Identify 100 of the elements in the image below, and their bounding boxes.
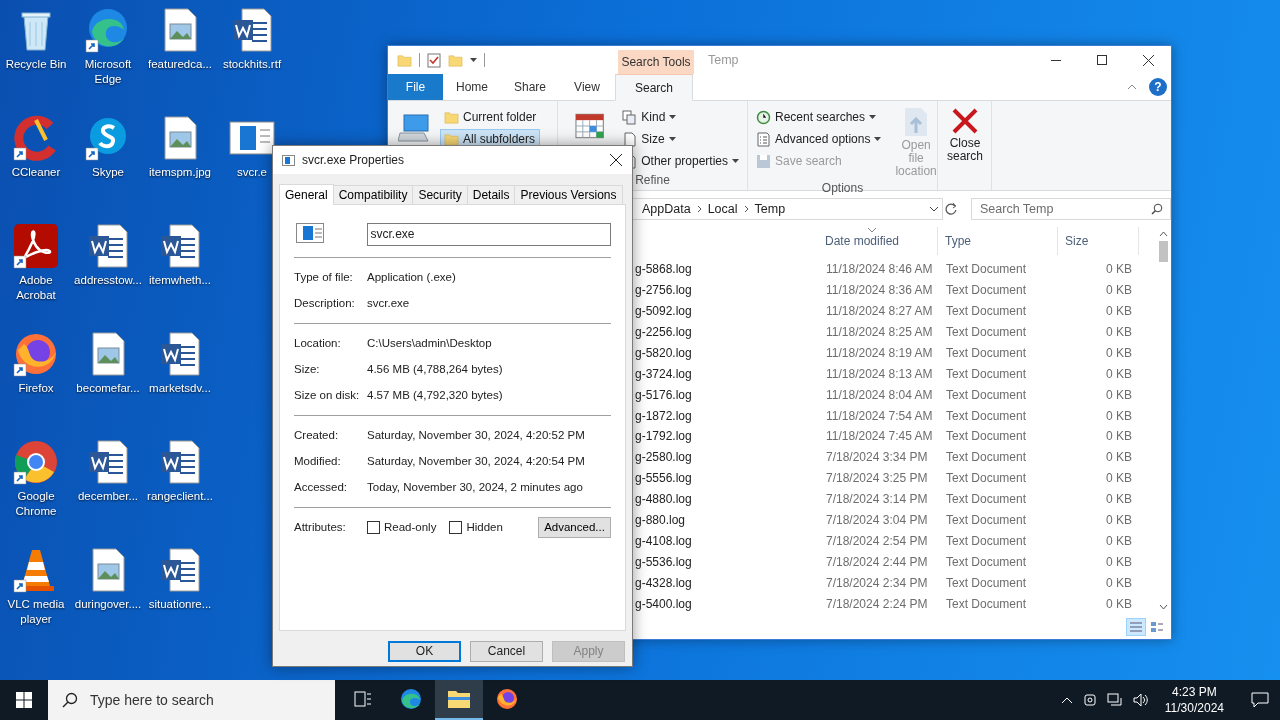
file-name-cell[interactable]: g-2580.log — [635, 450, 818, 465]
property-value: Application (.exe) — [367, 271, 456, 283]
dialog-tab[interactable]: Previous Versions — [514, 185, 623, 204]
options-list-icon — [756, 131, 771, 147]
desktop-icon-label[interactable]: itemwheth... — [144, 273, 216, 288]
refine-option[interactable]: Size — [618, 129, 743, 149]
speaker-icon[interactable] — [1132, 693, 1149, 707]
type-cell-text: Text Document — [945, 262, 1028, 277]
search-option[interactable]: Advanced options — [752, 129, 886, 149]
checkbox[interactable] — [367, 520, 380, 534]
checkbox[interactable] — [449, 520, 463, 534]
file-name-cell[interactable]: g-5820.log — [635, 345, 818, 360]
file-name-cell[interactable]: g-880.log — [635, 513, 818, 527]
date-cell-text: 7/18/2024 3:14 PM — [825, 492, 929, 507]
desktop-icon-label[interactable]: VLC media player — [0, 597, 72, 627]
ribbon-tab[interactable]: Search — [615, 74, 693, 101]
desktop-icon-label[interactable]: marketsdv... — [144, 381, 216, 396]
file-menu-tab[interactable]: File — [388, 74, 443, 100]
breadcrumb-item[interactable]: AppData — [642, 202, 691, 216]
file-name-cell[interactable]: g-1872.log — [635, 408, 818, 423]
desktop-icon-label[interactable]: Microsoft Edge — [72, 57, 144, 87]
desktop-icon-label[interactable]: stockhits.rtf — [216, 57, 288, 72]
dialog-tab[interactable]: Security — [412, 185, 468, 204]
computer-icon[interactable] — [398, 113, 432, 143]
scroll-up-icon[interactable] — [1158, 231, 1168, 237]
desktop-icon-label[interactable]: Firefox — [0, 381, 72, 396]
desktop-icon-label[interactable]: duringover.... — [72, 597, 144, 612]
address-bar[interactable]: AppData Local Temp — [631, 198, 944, 220]
column-header[interactable]: Date modified — [818, 227, 938, 255]
file-name-cell[interactable]: g-5092.log — [635, 304, 818, 319]
dialog-tab[interactable]: Compatibility — [332, 185, 414, 204]
dialog-title: svcr.exe Properties — [302, 153, 406, 167]
file-name-cell[interactable]: g-4108.log — [635, 533, 818, 548]
desktop-icon-label[interactable]: itemspm.jpg — [144, 165, 216, 180]
date-cell-text: 7/18/2024 2:54 PM — [825, 533, 929, 548]
date-cell-text: 11/18/2024 7:45 AM — [825, 429, 934, 444]
file-name-cell[interactable]: g-2756.log — [635, 283, 818, 298]
dialog-tab[interactable]: General — [279, 184, 334, 205]
file-name-cell[interactable]: g-4328.log — [635, 575, 818, 590]
type-cell-text: Text Document — [945, 283, 1028, 298]
file-name-cell[interactable]: g-4880.log — [635, 492, 818, 507]
search-field[interactable]: Search Temp — [971, 198, 1171, 220]
type-cell-text: Text Document — [945, 387, 1028, 402]
desktop-icon-label[interactable]: featuredca... — [144, 57, 216, 72]
help-button[interactable]: ? — [1149, 78, 1167, 96]
collapse-ribbon-icon[interactable] — [1127, 84, 1137, 90]
file-name-cell[interactable]: g-5536.log — [635, 554, 818, 569]
column-header[interactable]: Size — [1058, 227, 1139, 255]
desktop-icon-label[interactable]: december... — [72, 489, 144, 504]
desktop-icon-label[interactable]: CCleaner — [0, 165, 72, 180]
search-option[interactable]: Recent searches — [752, 107, 886, 127]
desktop-icon-label[interactable]: Google Chrome — [0, 489, 72, 519]
desktop-icon-label[interactable]: becomefar... — [72, 381, 144, 396]
dialog-button[interactable]: OK — [388, 640, 461, 662]
location-option[interactable]: Current folder — [440, 107, 541, 127]
desktop-icon-label[interactable]: Skype — [72, 165, 144, 180]
taskbar-search-field[interactable]: Type here to search — [48, 680, 335, 720]
property-value: svcr.exe — [367, 297, 410, 309]
clock[interactable]: 4:23 PM 11/30/2024 — [1158, 684, 1230, 716]
file-name-cell[interactable]: g-5176.log — [635, 387, 818, 402]
column-header[interactable]: Type — [938, 227, 1058, 255]
type-cell-text: Text Document — [945, 304, 1028, 319]
scrollbar-thumb[interactable] — [1158, 241, 1168, 262]
file-name-cell[interactable]: g-5400.log — [635, 596, 818, 611]
device-icon[interactable] — [1082, 693, 1097, 707]
desktop-icon-label[interactable]: Recycle Bin — [0, 57, 72, 72]
desktop-icon-label[interactable]: rangeclient... — [144, 489, 216, 504]
network-icon[interactable] — [1106, 693, 1123, 707]
file-name-cell[interactable]: g-5556.log — [635, 471, 818, 486]
breadcrumb-item[interactable]: Temp — [754, 202, 786, 216]
chevron-up-icon[interactable] — [1060, 696, 1073, 704]
group-label: Refine — [634, 172, 671, 188]
type-cell-text: Text Document — [945, 324, 1028, 339]
file-name-cell[interactable]: g-2256.log — [635, 324, 818, 339]
file-name-cell[interactable]: g-1792.log — [635, 429, 818, 444]
breadcrumb-item[interactable]: Local — [707, 202, 738, 216]
caret-icon — [874, 137, 882, 141]
close-search-button[interactable]: Close search — [942, 105, 988, 165]
taskbar-app-button[interactable] — [435, 680, 483, 720]
refresh-icon[interactable] — [944, 202, 958, 216]
refine-option[interactable]: Kind — [618, 107, 743, 127]
calendar-icon[interactable] — [575, 113, 605, 139]
search-icon — [62, 692, 78, 708]
property-label: Modified: — [294, 455, 342, 467]
desktop-icon-label[interactable]: addresstow... — [72, 273, 144, 288]
file-name-cell[interactable]: g-3724.log — [635, 366, 818, 381]
dropdown-chevron-icon[interactable] — [929, 206, 940, 212]
property-label: Type of file: — [294, 271, 354, 283]
advanced-button[interactable]: Advanced... — [538, 516, 611, 538]
file-name-field[interactable]: svcr.exe — [366, 222, 611, 246]
file-name-cell[interactable]: g-5868.log — [635, 262, 818, 277]
size-cell-text: 0 KB — [1105, 345, 1133, 360]
scroll-down-icon[interactable] — [1158, 604, 1168, 610]
kind-icon — [622, 109, 638, 125]
checklist-icon[interactable] — [427, 52, 441, 68]
desktop-icon-label[interactable]: situationre... — [144, 597, 216, 612]
details-view-button[interactable] — [1126, 617, 1146, 636]
desktop-icon-label[interactable]: Adobe Acrobat — [0, 273, 72, 303]
dialog-button[interactable]: Cancel — [470, 640, 543, 662]
caret-icon — [732, 159, 739, 163]
